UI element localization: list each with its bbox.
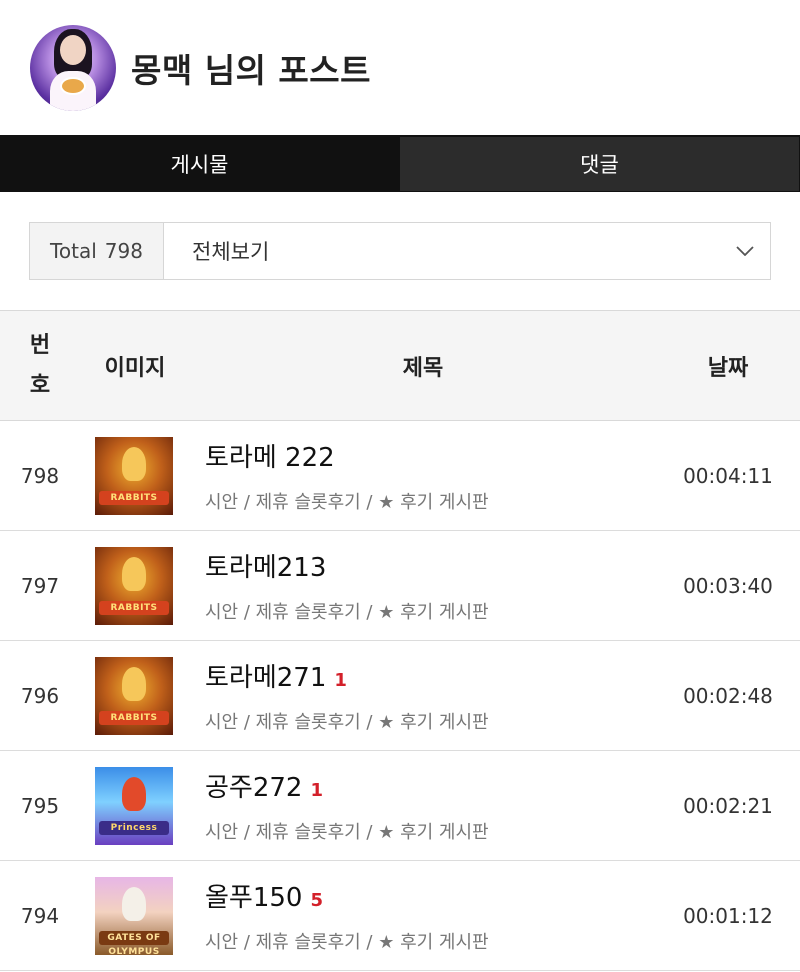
thumbnail-logo: RABBITS	[99, 710, 169, 725]
post-thumbnail[interactable]: RABBITS	[95, 656, 173, 735]
post-row[interactable]: 798 RABBITS 토라메 222 시안 / 제휴 슬롯후기 / ★ 후기 …	[0, 421, 800, 531]
total-value: 798	[104, 239, 143, 263]
thumbnail-logo: GATES OF OLYMPUS	[99, 930, 169, 955]
column-number: 번 호	[0, 326, 80, 406]
post-row[interactable]: 794 GATES OF OLYMPUS 올푸150 5 시안 / 제휴 슬롯후…	[0, 861, 800, 971]
post-title[interactable]: 토라메 222	[205, 437, 656, 474]
page-title: 몽맥 님의 포스트	[131, 50, 371, 90]
post-board-path: 시안 / 제휴 슬롯후기 / ★ 후기 게시판	[205, 712, 489, 733]
thumbnail-figure	[122, 446, 146, 481]
post-title[interactable]: 토라메213	[205, 547, 656, 584]
post-title[interactable]: 올푸150 5	[205, 877, 656, 914]
post-board-path: 시안 / 제휴 슬롯후기 / ★ 후기 게시판	[205, 492, 489, 513]
post-row[interactable]: 797 RABBITS 토라메213 시안 / 제휴 슬롯후기 / ★ 후기 게…	[0, 531, 800, 641]
post-number: 795	[20, 793, 60, 818]
post-title-block: 올푸150 5 시안 / 제휴 슬롯후기 / ★ 후기 게시판	[205, 877, 656, 954]
post-number: 794	[20, 903, 60, 928]
post-date: 00:03:40	[683, 573, 773, 598]
filter-bar: Total 798 전체보기	[29, 222, 771, 280]
tab-comments[interactable]: 댓글	[399, 136, 800, 192]
post-thumbnail[interactable]: GATES OF OLYMPUS	[95, 876, 173, 955]
post-title-text: 토라메271	[205, 663, 327, 693]
post-title-text: 공주272	[205, 773, 303, 803]
column-number-line2: 호	[29, 372, 51, 398]
post-number: 798	[20, 463, 60, 488]
tab-bar: 게시물 댓글	[0, 135, 800, 192]
post-number: 796	[20, 683, 60, 708]
board-filter-select[interactable]: 전체보기	[164, 223, 770, 279]
post-date: 00:02:21	[683, 793, 773, 818]
post-board-path: 시안 / 제휴 슬롯후기 / ★ 후기 게시판	[205, 602, 489, 623]
post-date: 00:04:11	[683, 463, 773, 488]
post-title[interactable]: 공주272 1	[205, 767, 656, 804]
thumbnail-figure	[122, 886, 146, 921]
post-row[interactable]: 796 RABBITS 토라메271 1 시안 / 제휴 슬롯후기 / ★ 후기…	[0, 641, 800, 751]
total-label: Total	[50, 239, 97, 263]
board-filter-value: 전체보기	[192, 240, 270, 264]
total-count: Total 798	[30, 223, 164, 279]
post-title[interactable]: 토라메271 1	[205, 657, 656, 694]
post-list: 798 RABBITS 토라메 222 시안 / 제휴 슬롯후기 / ★ 후기 …	[0, 421, 800, 971]
tab-posts[interactable]: 게시물	[0, 136, 399, 192]
profile-header: 몽맥 님의 포스트	[0, 0, 800, 135]
list-header: 번 호 이미지 제목 날짜	[0, 310, 800, 421]
comment-count-badge: 1	[334, 670, 347, 691]
post-title-block: 토라메271 1 시안 / 제휴 슬롯후기 / ★ 후기 게시판	[205, 657, 656, 734]
post-number: 797	[20, 573, 60, 598]
post-title-text: 토라메 222	[205, 443, 335, 473]
avatar[interactable]	[30, 24, 116, 111]
post-date: 00:01:12	[683, 903, 773, 928]
comment-count-badge: 1	[310, 780, 323, 801]
post-date: 00:02:48	[683, 683, 773, 708]
thumbnail-logo: RABBITS	[99, 600, 169, 615]
post-row[interactable]: 795 Princess 공주272 1 시안 / 제휴 슬롯후기 / ★ 후기…	[0, 751, 800, 861]
post-board-path: 시안 / 제휴 슬롯후기 / ★ 후기 게시판	[205, 822, 489, 843]
thumbnail-logo: Princess	[99, 820, 169, 835]
thumbnail-figure	[122, 776, 146, 811]
post-board-path: 시안 / 제휴 슬롯후기 / ★ 후기 게시판	[205, 932, 489, 953]
comment-count-badge: 5	[310, 890, 323, 911]
post-title-text: 토라메213	[205, 553, 327, 583]
column-date: 날짜	[707, 355, 749, 381]
column-number-line1: 번	[29, 332, 51, 358]
column-title: 제목	[402, 355, 444, 381]
post-title-text: 올푸150	[205, 883, 303, 913]
chevron-down-icon	[736, 246, 754, 256]
thumbnail-figure	[122, 556, 146, 591]
avatar-face	[60, 34, 86, 65]
post-thumbnail[interactable]: RABBITS	[95, 436, 173, 515]
thumbnail-figure	[122, 666, 146, 701]
post-title-block: 공주272 1 시안 / 제휴 슬롯후기 / ★ 후기 게시판	[205, 767, 656, 844]
post-thumbnail[interactable]: Princess	[95, 766, 173, 845]
column-image: 이미지	[104, 355, 166, 381]
avatar-cake	[60, 76, 86, 95]
post-thumbnail[interactable]: RABBITS	[95, 546, 173, 625]
post-title-block: 토라메213 시안 / 제휴 슬롯후기 / ★ 후기 게시판	[205, 547, 656, 624]
thumbnail-logo: RABBITS	[99, 490, 169, 505]
post-title-block: 토라메 222 시안 / 제휴 슬롯후기 / ★ 후기 게시판	[205, 437, 656, 514]
